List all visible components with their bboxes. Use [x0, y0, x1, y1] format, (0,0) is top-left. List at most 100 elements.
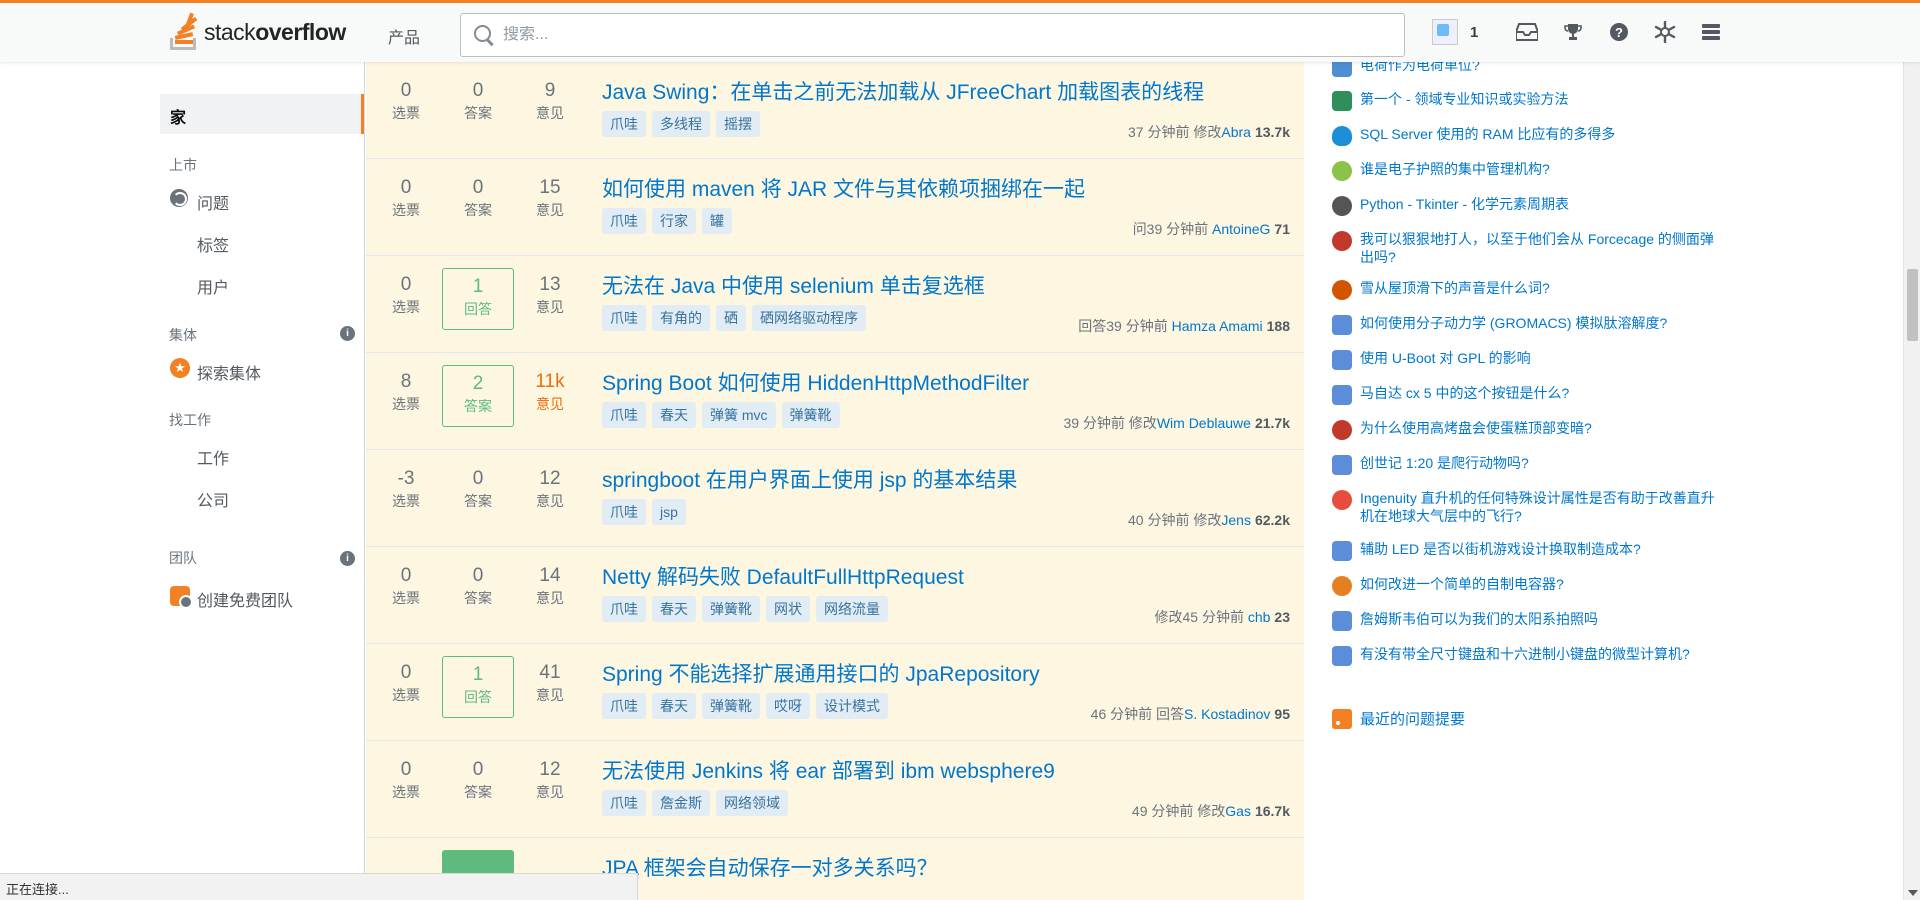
achievements-icon[interactable] — [1653, 20, 1677, 44]
view-count: 12 意见 — [536, 759, 564, 800]
tag[interactable]: 网状 — [766, 596, 810, 622]
tag[interactable]: 爪哇 — [602, 499, 646, 525]
hot-question[interactable]: Python - Tkinter - 化学元素周期表 — [1332, 195, 1722, 216]
hot-question[interactable]: 创世记 1:20 是爬行动物吗? — [1332, 454, 1722, 475]
user-reputation: 95 — [1274, 706, 1290, 722]
tag[interactable]: 爪哇 — [602, 305, 646, 331]
site-switcher-icon[interactable] — [1699, 20, 1723, 44]
scroll-down-arrow-icon[interactable] — [1908, 890, 1918, 896]
browser-status-bar: 正在连接... — [0, 873, 638, 900]
tag[interactable]: 多线程 — [652, 111, 710, 137]
question-title[interactable]: JPA 框架会自动保存一对多关系吗？ — [602, 852, 938, 882]
hot-question[interactable]: 如何使用分子动力学 (GROMACS) 模拟肽溶解度? — [1332, 314, 1722, 335]
products-menu[interactable]: 产品 — [388, 24, 420, 48]
tag[interactable]: 弹簧靴 — [781, 402, 840, 428]
nav-users[interactable]: 用户 — [197, 274, 229, 298]
tag[interactable]: 弹簧靴 — [702, 693, 760, 719]
vote-count: 0 选票 — [392, 759, 420, 800]
hot-question[interactable]: 使用 U-Boot 对 GPL 的影响 — [1332, 349, 1722, 370]
hot-question[interactable]: 辅助 LED 是否以街机游戏设计换取制造成本? — [1332, 540, 1722, 561]
user-link[interactable]: Jens — [1221, 512, 1251, 528]
hot-network-questions: 电荷作为电荷单位? 第一个 - 领域专业知识或实验方法 SQL Server 使… — [1304, 57, 1904, 900]
user-link[interactable]: AntoineG — [1212, 221, 1270, 237]
tag[interactable]: 爪哇 — [602, 790, 646, 816]
answer-count: 2 答案 — [442, 365, 514, 427]
question-title[interactable]: Java Swing：在单击之前无法加载从 JFreeChart 加载图表的线程 — [602, 76, 1204, 106]
nav-jobs[interactable]: 工作 — [197, 445, 229, 469]
tag[interactable]: 罐 — [702, 208, 732, 234]
question-title[interactable]: Spring Boot 如何使用 HiddenHttpMethodFilter — [602, 367, 1029, 397]
hot-question[interactable]: Ingenuity 直升机的任何特殊设计属性是否有助于改善直升机在地球大气层中的… — [1332, 489, 1722, 525]
tag[interactable]: 硒网络驱动程序 — [752, 305, 866, 331]
trophy-icon[interactable] — [1561, 20, 1585, 44]
tag[interactable]: 春天 — [652, 596, 696, 622]
nav-create-team[interactable]: 创建免费团队 — [197, 587, 293, 611]
tag[interactable]: 网络流量 — [816, 596, 888, 622]
avatar[interactable] — [1432, 19, 1458, 45]
tag[interactable]: 爪哇 — [602, 402, 646, 428]
nav-questions[interactable]: 问题 — [197, 190, 229, 214]
user-link[interactable]: Wim Deblauwe — [1157, 415, 1251, 431]
question-title[interactable]: Spring 不能选择扩展通用接口的 JpaRepository — [602, 658, 1040, 688]
inbox-icon[interactable] — [1515, 20, 1539, 44]
tag[interactable]: 网络领域 — [716, 790, 788, 816]
tag[interactable]: 有角的 — [652, 305, 710, 331]
nav-tags[interactable]: 标签 — [197, 232, 229, 256]
tag[interactable]: 爪哇 — [602, 208, 646, 234]
hot-question[interactable]: 詹姆斯韦伯可以为我们的太阳系拍照吗 — [1332, 610, 1722, 631]
nav-home[interactable]: 家 — [160, 94, 364, 134]
question-title[interactable]: springboot 在用户界面上使用 jsp 的基本结果 — [602, 464, 1017, 494]
stackoverflow-logo[interactable]: stackoverflow — [168, 12, 346, 52]
question-title[interactable]: 无法使用 Jenkins 将 ear 部署到 ibm websphere9 — [602, 755, 1055, 785]
info-icon[interactable]: i — [340, 551, 355, 566]
tag[interactable]: 春天 — [652, 693, 696, 719]
user-link[interactable]: Abra — [1221, 124, 1251, 140]
tag[interactable]: 硒 — [716, 305, 746, 331]
question-row: 0 选票 0 答案 14 意见 Netty 解码失败 DefaultFullHttpR… — [366, 547, 1304, 644]
user-link[interactable]: S. Kostadinov — [1184, 706, 1270, 722]
site-icon — [1332, 315, 1352, 335]
tag[interactable]: 春天 — [652, 402, 696, 428]
tag[interactable]: 设计模式 — [816, 693, 888, 719]
tag[interactable]: 行家 — [652, 208, 696, 234]
question-title[interactable]: 如何使用 maven 将 JAR 文件与其依赖项捆绑在一起 — [602, 173, 1085, 203]
tag[interactable]: 爪哇 — [602, 111, 646, 137]
tag[interactable]: 詹金斯 — [652, 790, 710, 816]
reputation-count[interactable]: 1 — [1470, 24, 1478, 41]
hot-question[interactable]: 如何改进一个简单的自制电容器? — [1332, 575, 1722, 596]
hot-question[interactable]: 谁是电子护照的集中管理机构? — [1332, 160, 1722, 181]
info-icon[interactable]: i — [340, 326, 355, 341]
tag[interactable]: 摇摆 — [716, 111, 760, 137]
user-reputation: 188 — [1266, 318, 1290, 334]
rss-feed-link[interactable]: 最近的问题提要 — [1332, 708, 1465, 729]
user-link[interactable]: chb — [1248, 609, 1271, 625]
tag[interactable]: jsp — [652, 499, 686, 525]
hot-question[interactable]: 雪从屋顶滑下的声音是什么词? — [1332, 279, 1722, 300]
tag[interactable]: 弹簧靴 — [702, 596, 760, 622]
user-link[interactable]: Hamza Amami — [1172, 318, 1263, 334]
scrollbar-thumb[interactable] — [1907, 269, 1918, 341]
site-icon — [1332, 385, 1352, 405]
question-meta: 46 分钟前 回答S. Kostadinov 95 — [1090, 706, 1290, 722]
help-icon[interactable]: ? — [1607, 20, 1631, 44]
tag[interactable]: 哎呀 — [766, 693, 810, 719]
user-link[interactable]: Gas — [1225, 803, 1251, 819]
tag[interactable]: 爪哇 — [602, 693, 646, 719]
question-title[interactable]: 无法在 Java 中使用 selenium 单击复选框 — [602, 270, 985, 300]
nav-companies[interactable]: 公司 — [197, 487, 229, 511]
hot-question[interactable]: 马自达 cx 5 中的这个按钮是什么? — [1332, 384, 1722, 405]
tag[interactable]: 爪哇 — [602, 596, 646, 622]
hot-question[interactable]: SQL Server 使用的 RAM 比应有的多得多 — [1332, 125, 1722, 146]
nav-explore-collectives[interactable]: 探索集体 — [197, 360, 261, 384]
vote-count: 0 选票 — [392, 565, 420, 606]
tag[interactable]: 弹簧 mvc — [702, 402, 776, 428]
question-title[interactable]: Netty 解码失败 DefaultFullHttpRequest — [602, 561, 964, 591]
hot-question[interactable]: 有没有带全尺寸键盘和十六进制小键盘的微型计算机? — [1332, 645, 1722, 666]
page-scrollbar[interactable] — [1903, 62, 1920, 900]
search-input[interactable] — [503, 26, 1383, 44]
search-icon — [473, 24, 495, 46]
hot-question[interactable]: 我可以狠狠地打人，以至于他们会从 Forcecage 的侧面弹出吗? — [1332, 230, 1722, 266]
hot-question[interactable]: 第一个 - 领域专业知识或实验方法 — [1332, 90, 1722, 111]
hot-question[interactable]: 为什么使用高烤盘会使蛋糕顶部变暗? — [1332, 419, 1722, 440]
search-box[interactable] — [460, 13, 1405, 57]
